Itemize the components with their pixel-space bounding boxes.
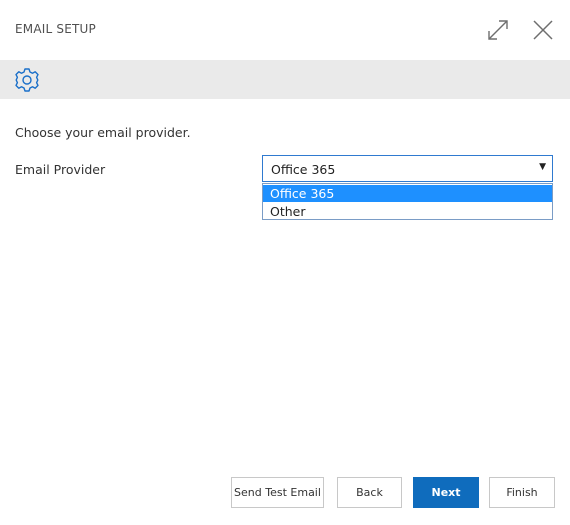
instruction-text: Choose your email provider. xyxy=(15,125,191,140)
title-bar: EMAIL SETUP xyxy=(0,0,570,60)
option-office-365[interactable]: Office 365 xyxy=(263,185,552,202)
gear-icon[interactable] xyxy=(14,67,40,93)
dialog-title: EMAIL SETUP xyxy=(15,22,96,36)
email-provider-dropdown: Office 365 Other xyxy=(262,183,553,220)
finish-button[interactable]: Finish xyxy=(489,477,555,508)
email-setup-dialog: EMAIL SETUP Choose your email provider. … xyxy=(0,0,570,525)
dropdown-arrow-icon: ▼ xyxy=(539,162,546,172)
email-provider-label: Email Provider xyxy=(15,162,106,177)
toolbar xyxy=(0,60,570,99)
next-button[interactable]: Next xyxy=(413,477,479,508)
close-icon[interactable] xyxy=(529,16,557,44)
expand-icon[interactable] xyxy=(484,16,512,44)
back-button[interactable]: Back xyxy=(337,477,402,508)
email-provider-value: Office 365 xyxy=(271,162,336,177)
email-provider-select[interactable]: Office 365 ▼ xyxy=(262,155,553,182)
option-other[interactable]: Other xyxy=(263,203,552,220)
send-test-email-button[interactable]: Send Test Email xyxy=(231,477,324,508)
